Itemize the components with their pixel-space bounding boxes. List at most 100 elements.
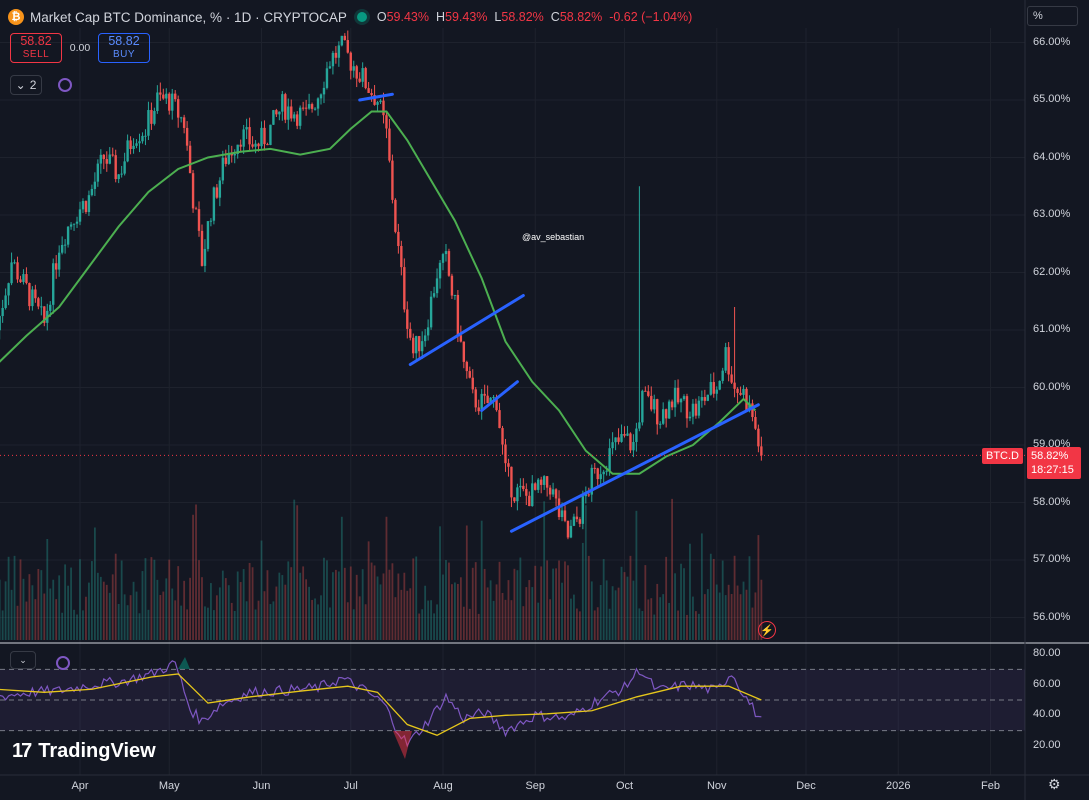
candle-body <box>602 471 605 475</box>
volume-bar <box>168 559 171 640</box>
volume-bar <box>695 611 697 640</box>
volume-bar <box>677 610 679 640</box>
volume-bar <box>189 577 191 640</box>
candle-body <box>560 510 564 518</box>
volume-bar <box>340 516 343 640</box>
candle-body <box>358 78 361 82</box>
candle-body <box>19 279 22 283</box>
candle-body <box>587 494 590 496</box>
candle-body <box>498 410 501 429</box>
candle-body <box>188 145 192 174</box>
volume-bar <box>409 588 412 640</box>
time-tick-label: May <box>158 780 180 792</box>
volume-bar <box>40 570 43 640</box>
volume-bar <box>192 514 194 640</box>
lightning-bolt-icon[interactable]: ⚡ <box>758 621 776 639</box>
candle-body <box>209 220 213 222</box>
candle-body <box>599 474 602 480</box>
volume-bar <box>424 585 427 640</box>
volume-bar <box>129 595 132 640</box>
volume-bar <box>382 573 385 640</box>
time-tick-label: 2026 <box>885 780 911 792</box>
candle-body <box>293 114 296 119</box>
candle-body <box>233 153 236 156</box>
candle-body <box>712 382 715 394</box>
candle-body <box>150 110 153 124</box>
sell-button[interactable]: 58.82 SELL <box>10 33 62 63</box>
candle-body <box>435 278 439 294</box>
candle-body <box>563 510 567 521</box>
volume-bar <box>135 591 138 640</box>
candle-body <box>647 391 650 396</box>
volume-bar <box>236 571 239 640</box>
bitcoin-logo-icon: ₿ <box>8 9 24 25</box>
volume-bar <box>686 614 688 640</box>
candle-body <box>251 144 254 147</box>
candle-body <box>447 251 451 276</box>
volume-bar <box>144 558 147 640</box>
candle-body <box>745 388 748 411</box>
candle-body <box>182 117 186 128</box>
volume-bar <box>718 592 721 640</box>
tradingview-mark-icon: 17 <box>12 740 32 762</box>
candle-body <box>120 173 123 175</box>
volume-bar <box>581 542 584 640</box>
volume-bar <box>641 611 644 640</box>
symbol-title[interactable]: Market Cap BTC Dominance, % · 1D · CRYPT… <box>30 10 347 25</box>
candle-body <box>537 479 540 490</box>
candle-body <box>504 444 507 464</box>
volume-bar <box>248 562 251 640</box>
volume-bar <box>733 555 736 640</box>
ohlc-close: 58.82% <box>559 10 603 24</box>
candle-body <box>644 390 647 392</box>
volume-bar <box>439 526 441 640</box>
candle-body <box>66 226 70 245</box>
candle-body <box>742 388 745 395</box>
candle-body <box>432 293 436 297</box>
volume-bar <box>323 557 325 640</box>
scale-mode-selector[interactable]: % <box>1027 6 1078 26</box>
candle-body <box>727 347 730 375</box>
volume-bar <box>543 501 546 640</box>
candle-body <box>340 35 344 46</box>
candle-body <box>111 154 114 156</box>
candle-body <box>661 409 665 424</box>
chart-header: ₿ Market Cap BTC Dominance, % · 1D · CRY… <box>8 7 692 27</box>
candle-body <box>653 399 656 410</box>
candle-body <box>670 401 674 408</box>
volume-bar <box>76 614 78 640</box>
candle-body <box>147 110 150 136</box>
volume-bar <box>427 600 430 640</box>
volume-bar <box>745 589 748 640</box>
candle-body <box>501 428 504 445</box>
volume-bar <box>662 594 665 640</box>
ohlc-open: 59.43% <box>386 10 429 24</box>
volume-bar <box>337 571 340 640</box>
candle-body <box>361 68 364 82</box>
candle-body <box>16 262 19 280</box>
candle-body <box>37 298 40 307</box>
chart-canvas[interactable] <box>0 0 1089 800</box>
volume-bar <box>697 613 700 640</box>
candle-body <box>212 187 216 221</box>
candle-body <box>721 370 724 381</box>
buy-button[interactable]: 58.82 BUY <box>98 33 150 63</box>
volume-bar <box>147 609 150 640</box>
rsi-collapse-button[interactable]: ⌄ <box>10 651 36 669</box>
gear-icon[interactable]: ⚙ <box>1048 776 1061 793</box>
candle-body <box>376 102 379 105</box>
candle-body <box>328 66 332 69</box>
volume-bar <box>623 572 626 640</box>
volume-bar <box>171 588 174 640</box>
candle-body <box>459 335 463 342</box>
candle-body <box>477 407 480 412</box>
rsi-oversold-fill <box>393 731 412 759</box>
candle-body <box>31 289 34 307</box>
volume-bar <box>210 583 212 640</box>
volume-bar <box>123 594 126 640</box>
indicators-toggle-button[interactable]: ⌄ 2 <box>10 75 42 95</box>
volume-bar <box>739 594 742 640</box>
trendline <box>358 92 394 102</box>
volume-bar <box>150 557 153 640</box>
volume-bar <box>730 593 733 640</box>
